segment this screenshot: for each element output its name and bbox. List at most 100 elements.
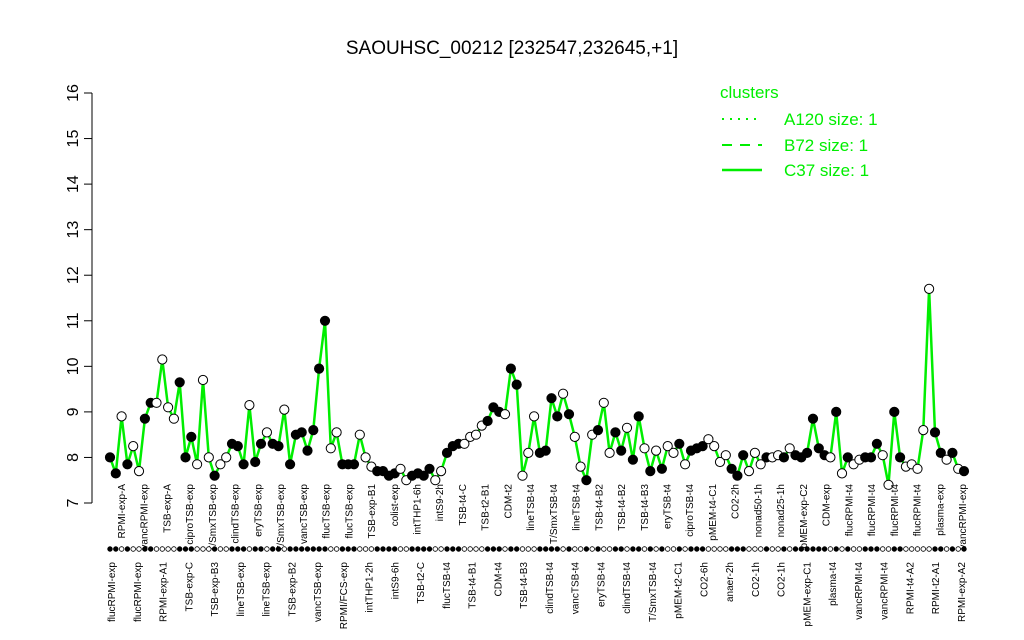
data-point (540, 445, 551, 456)
data-point (645, 466, 656, 477)
point-label: colist-exp (390, 484, 401, 527)
y-tick-label: 10 (65, 357, 82, 375)
x-tick-label: pMEM-t2-C1 (674, 562, 685, 619)
rug-mark (949, 546, 956, 552)
rug-mark (850, 546, 857, 552)
data-point (802, 447, 813, 458)
rug-mark (914, 546, 921, 552)
data-point (558, 388, 569, 399)
rug-mark (758, 546, 764, 552)
x-tick-label: eryTSB-t4 (596, 562, 607, 607)
x-tick-label: intS9-6h (390, 562, 401, 599)
point-label: TSB-t2-B1 (481, 484, 492, 531)
data-point (197, 374, 209, 386)
rug-mark (746, 546, 752, 552)
x-tick-label: RPMI-t2-A1 (931, 562, 942, 615)
rug-mark (113, 546, 119, 552)
rug-mark (781, 546, 787, 552)
data-point (360, 452, 371, 463)
rug-mark (310, 546, 316, 552)
data-point (308, 425, 319, 436)
data-point (122, 459, 133, 470)
data-point (895, 452, 906, 463)
rug-mark (682, 546, 688, 552)
rug-mark (368, 546, 375, 552)
x-tick-label: pMEM-exp-C1 (803, 562, 814, 627)
data-point (523, 447, 534, 458)
x-tick-label: clindTSB-t4 (545, 562, 556, 614)
rug-mark (868, 546, 874, 552)
rug-mark (293, 546, 299, 552)
data-point (395, 463, 406, 474)
rug-mark (421, 546, 427, 552)
data-point (709, 441, 720, 452)
x-tick-label: vancTSB-exp (313, 562, 324, 622)
data-point (918, 425, 929, 436)
rug-mark (606, 546, 613, 552)
point-label: CO2-2h (731, 484, 742, 519)
rug-mark (572, 546, 578, 552)
data-point (139, 413, 150, 424)
rug-mark (531, 546, 537, 552)
rug-mark (560, 546, 566, 552)
rug-mark (775, 546, 781, 552)
data-point (958, 466, 970, 477)
data-point (244, 400, 255, 411)
rug-mark (955, 546, 961, 552)
rug-mark (833, 546, 839, 552)
rug-mark (943, 546, 950, 552)
point-label: flucRPMI-t4 (844, 484, 855, 537)
rug-mark (537, 546, 543, 552)
rug-mark (519, 546, 526, 552)
point-label: intS9-2h (435, 484, 446, 521)
rug-mark (577, 546, 584, 552)
point-label: pMEM-exp-C2 (799, 484, 810, 549)
data-point (720, 450, 731, 461)
data-point (163, 402, 174, 413)
rug-mark (270, 546, 276, 552)
rug-marks-group (107, 546, 967, 552)
y-tick-label: 16 (65, 84, 82, 102)
x-tick-label: TSB-exp-B3 (210, 562, 221, 617)
data-point (168, 413, 179, 424)
x-tick-label: RPMI-exp-A1 (159, 562, 170, 622)
rug-mark (473, 546, 479, 552)
rug-mark (211, 546, 218, 552)
rug-mark (223, 546, 229, 552)
x-tick-label: CO2-1h (751, 562, 762, 597)
rug-mark (740, 546, 746, 552)
rug-mark (903, 546, 909, 552)
data-point (157, 354, 168, 365)
data-point (273, 441, 284, 452)
data-point (563, 409, 575, 420)
point-label: RPMI-exp-A (117, 484, 128, 539)
rug-mark (287, 546, 293, 552)
data-point (651, 445, 662, 456)
data-point (116, 411, 127, 422)
rug-mark (636, 546, 642, 552)
rug-mark (920, 546, 926, 552)
data-point (807, 413, 819, 424)
data-point (314, 363, 325, 374)
rug-mark (130, 546, 136, 552)
point-label: vancRPMI-exp (958, 484, 969, 550)
rug-mark (345, 546, 351, 552)
point-label: eryTSB-t4 (663, 484, 674, 529)
rug-mark (624, 546, 630, 552)
rug-mark (142, 546, 148, 552)
point-label: flucRPMI-t4 (867, 484, 878, 537)
x-tick-label: CDM-t4 (493, 562, 504, 597)
rug-mark (891, 546, 897, 552)
data-point (575, 461, 586, 472)
rug-mark (362, 546, 369, 552)
rug-mark (932, 546, 938, 552)
point-label: flucTSB-exp (344, 484, 355, 539)
x-tick-label: RPMI/FCS-exp (339, 562, 350, 630)
point-label: vancTSB-exp (299, 484, 310, 544)
rug-mark (461, 546, 468, 552)
rug-mark (821, 546, 828, 552)
rug-mark (357, 546, 363, 552)
data-point (325, 443, 336, 454)
data-point (743, 466, 755, 477)
data-point (192, 459, 203, 470)
